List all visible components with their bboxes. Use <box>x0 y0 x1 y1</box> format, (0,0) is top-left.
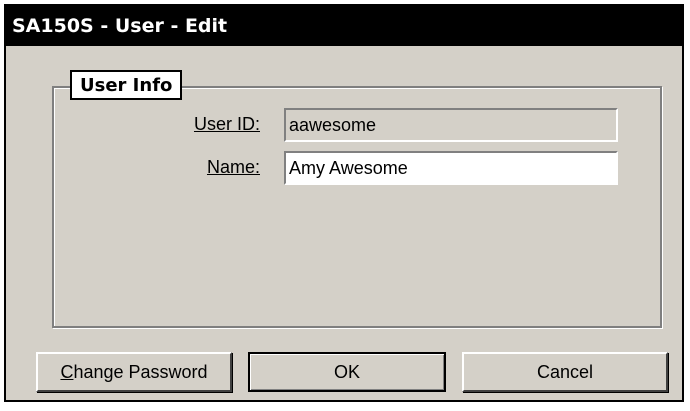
cancel-button[interactable]: Cancel <box>462 352 668 392</box>
change-password-button[interactable]: Change Password <box>36 352 232 392</box>
title-bar: SA150S - User - Edit <box>6 6 682 46</box>
user-id-field: aawesome <box>284 108 618 142</box>
name-field[interactable]: Amy Awesome <box>284 151 618 185</box>
window-title: SA150S - User - Edit <box>12 15 228 37</box>
change-password-label: hange Password <box>73 362 208 382</box>
dialog-window: SA150S - User - Edit User Info User ID: … <box>4 4 684 402</box>
change-password-mnemonic: C <box>60 362 74 382</box>
groupbox-legend: User Info <box>70 70 183 100</box>
name-label: Name: <box>206 157 260 177</box>
user-id-label: User ID: <box>193 114 260 134</box>
ok-button[interactable]: OK <box>248 352 446 392</box>
